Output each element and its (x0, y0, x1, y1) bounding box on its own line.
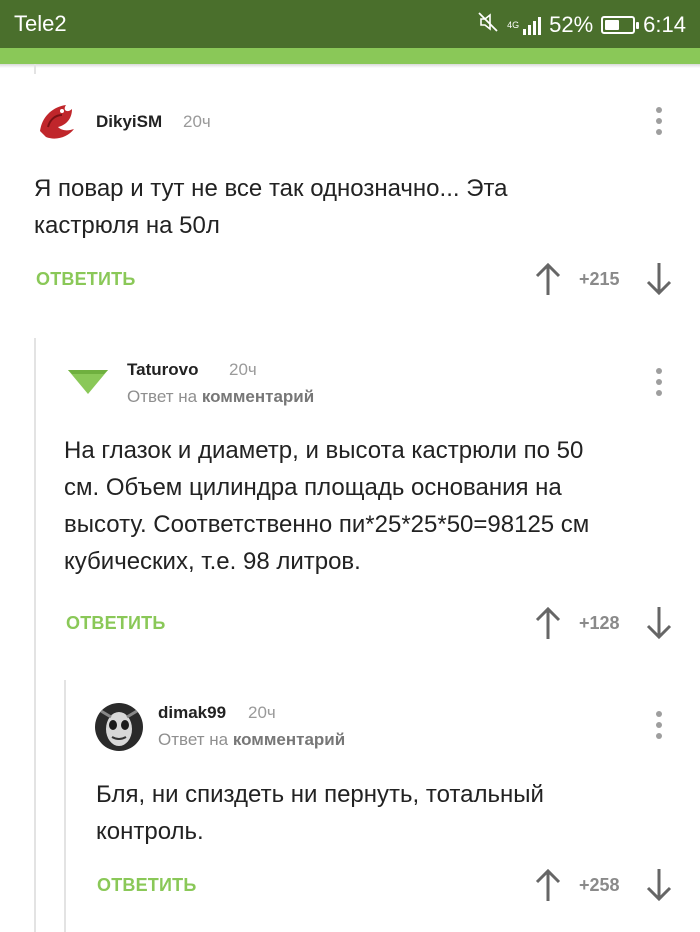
comment-text-line: Бля, ни спиздеть ни пернуть, тотальный (96, 781, 544, 808)
rating-score: +128 (579, 613, 620, 633)
reply-to-line: Ответ на комментарий (127, 387, 314, 407)
comment-text-line: Я повар и тут не все так однозначно... Э… (34, 175, 508, 202)
rating-score: +215 (579, 269, 620, 289)
author-name[interactable]: DikyiSM (96, 112, 162, 132)
comment-text: Бля, ни спиздеть ни пернуть, тотальный к… (96, 776, 686, 850)
comment-time: 20ч (183, 112, 211, 131)
comment-time: 20ч (229, 360, 257, 379)
comment-text-line: кубических, т.е. 98 литров. (64, 548, 361, 575)
reply-to-link[interactable]: комментарий (233, 730, 345, 749)
reply-to-line: Ответ на комментарий (158, 730, 345, 750)
battery-percent: 52% (549, 12, 594, 37)
network-type: 4G (507, 19, 520, 30)
arrow-up-icon[interactable] (534, 606, 562, 640)
comment-text-line: см. Объем цилиндра площадь основания на (64, 474, 562, 501)
arrow-up-icon[interactable] (534, 868, 562, 902)
reply-to-prefix: Ответ на (127, 387, 198, 406)
rating-score: +258 (579, 875, 620, 895)
battery-fill (605, 20, 620, 30)
arrow-down-icon[interactable] (645, 262, 673, 296)
avatar[interactable] (32, 97, 80, 145)
reply-to-link[interactable]: комментарий (202, 387, 314, 406)
comment-text: Я повар и тут не все так однозначно... Э… (34, 170, 674, 244)
status-bar: Tele2 4G 52% 6:14 (0, 0, 700, 48)
app-toolbar-accent (0, 48, 700, 68)
thread-line-level-1 (34, 338, 36, 932)
comment-text-line: На глазок и диаметр, и высота кастрюли п… (64, 437, 584, 464)
arrow-up-icon[interactable] (534, 262, 562, 296)
comment-text-line: кастрюля на 50л (34, 212, 220, 239)
avatar[interactable] (64, 356, 112, 404)
comment-text-line: контроль. (96, 818, 204, 845)
author-name[interactable]: Taturovo (127, 360, 198, 380)
more-vert-icon[interactable] (654, 368, 664, 396)
more-vert-icon[interactable] (654, 107, 664, 135)
comment-text-line: высоту. Соответственно пи*25*25*50=98125… (64, 511, 590, 538)
arrow-down-icon[interactable] (645, 606, 673, 640)
reply-button[interactable]: ОТВЕТИТЬ (66, 613, 165, 634)
mute-icon (477, 11, 499, 39)
avatar[interactable] (95, 703, 143, 751)
carrier-name: Tele2 (14, 11, 67, 36)
reply-button[interactable]: ОТВЕТИТЬ (36, 269, 135, 290)
reply-to-prefix: Ответ на (158, 730, 229, 749)
arrow-down-icon[interactable] (645, 868, 673, 902)
author-name[interactable]: dimak99 (158, 703, 226, 723)
thread-line-level-2 (64, 680, 66, 932)
more-vert-icon[interactable] (654, 711, 664, 739)
battery-icon (601, 16, 640, 34)
comment-text: На глазок и диаметр, и высота кастрюли п… (64, 432, 684, 580)
signal-icon (523, 15, 542, 35)
reply-button[interactable]: ОТВЕТИТЬ (97, 875, 196, 896)
comment-time: 20ч (248, 703, 276, 722)
thread-line-top (34, 64, 36, 74)
clock: 6:14 (643, 12, 686, 37)
